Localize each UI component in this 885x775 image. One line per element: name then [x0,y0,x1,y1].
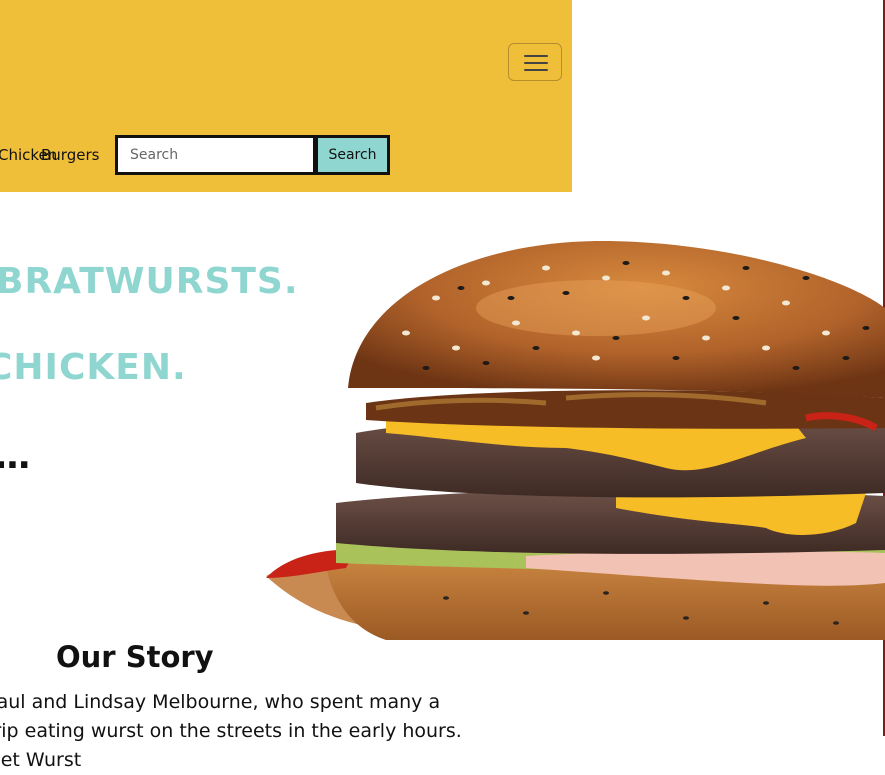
hamburger-menu-icon[interactable] [508,43,562,81]
hero-line-chicken: CHICKEN. [0,347,187,388]
hero-line-ellipsis: ... [0,436,31,477]
story-text: Paul and Lindsay Melbourne, who spent ma… [0,691,462,771]
search-button[interactable]: Search [315,135,390,175]
navbar: Chicken Burgers Search [0,0,572,192]
story-title: Our Story [56,640,214,674]
search-input[interactable] [115,135,316,175]
nav-link-burgers[interactable]: Burgers [41,146,99,164]
burger-image [266,240,885,640]
hero-line-bratwursts: BRATWURSTS. [0,261,299,302]
